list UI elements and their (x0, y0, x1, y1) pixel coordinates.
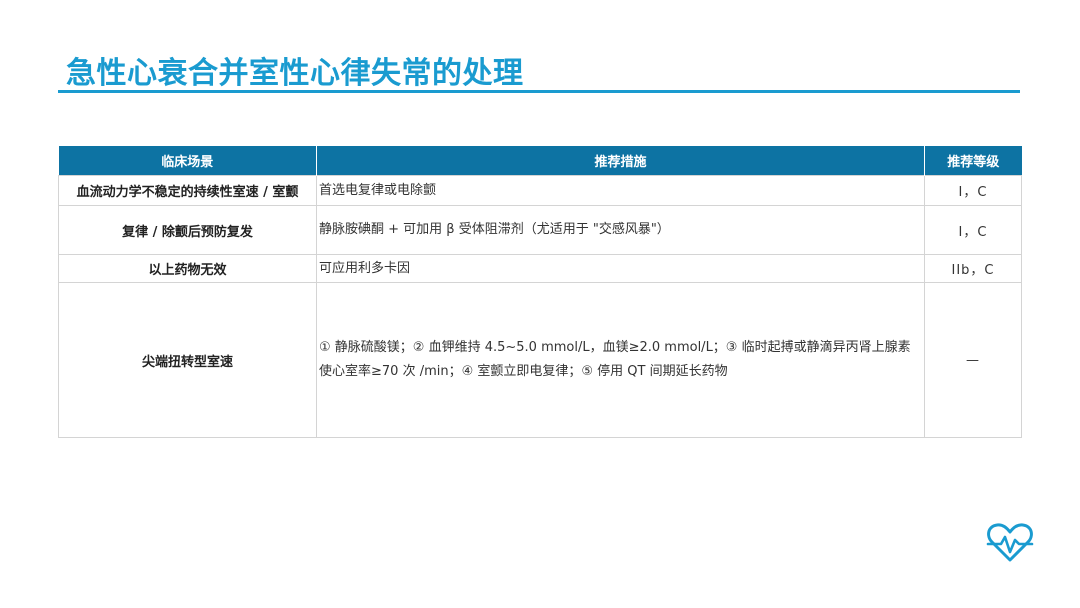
cell-measure: 可应用利多卡因 (316, 254, 925, 283)
treatment-table: 临床场景 推荐措施 推荐等级 血流动力学不稳定的持续性室速 / 室颤 首选电复律… (58, 146, 1022, 438)
cell-scene: 尖端扭转型室速 (58, 282, 317, 438)
cell-grade: I，C (924, 205, 1022, 255)
table-header-row: 临床场景 推荐措施 推荐等级 (58, 146, 1022, 176)
cell-scene: 以上药物无效 (58, 254, 317, 283)
header-grade: 推荐等级 (924, 146, 1022, 176)
cell-measure: ① 静脉硫酸镁；② 血钾维持 4.5~5.0 mmol/L，血镁≥2.0 mmo… (316, 282, 925, 438)
heart-pulse-icon (986, 523, 1034, 562)
header-scene: 临床场景 (58, 146, 317, 176)
table-row: 以上药物无效 可应用利多卡因 IIb，C (58, 254, 1022, 283)
table-row: 血流动力学不稳定的持续性室速 / 室颤 首选电复律或电除颤 I，C (58, 175, 1022, 206)
cell-grade: IIb，C (924, 254, 1022, 283)
cell-grade: I，C (924, 175, 1022, 206)
cell-scene: 血流动力学不稳定的持续性室速 / 室颤 (58, 175, 317, 206)
table-row: 复律 / 除颤后预防复发 静脉胺碘酮 + 可加用 β 受体阻滞剂（尤适用于 "交… (58, 205, 1022, 255)
cell-measure: 首选电复律或电除颤 (316, 175, 925, 206)
title-underline (58, 90, 1020, 93)
header-measure: 推荐措施 (316, 146, 925, 176)
cell-measure: 静脉胺碘酮 + 可加用 β 受体阻滞剂（尤适用于 "交感风暴"） (316, 205, 925, 255)
cell-scene: 复律 / 除颤后预防复发 (58, 205, 317, 255)
cell-grade: — (924, 282, 1022, 438)
table-row: 尖端扭转型室速 ① 静脉硫酸镁；② 血钾维持 4.5~5.0 mmol/L，血镁… (58, 282, 1022, 438)
page-title: 急性心衰合并室性心律失常的处理 (66, 56, 524, 91)
